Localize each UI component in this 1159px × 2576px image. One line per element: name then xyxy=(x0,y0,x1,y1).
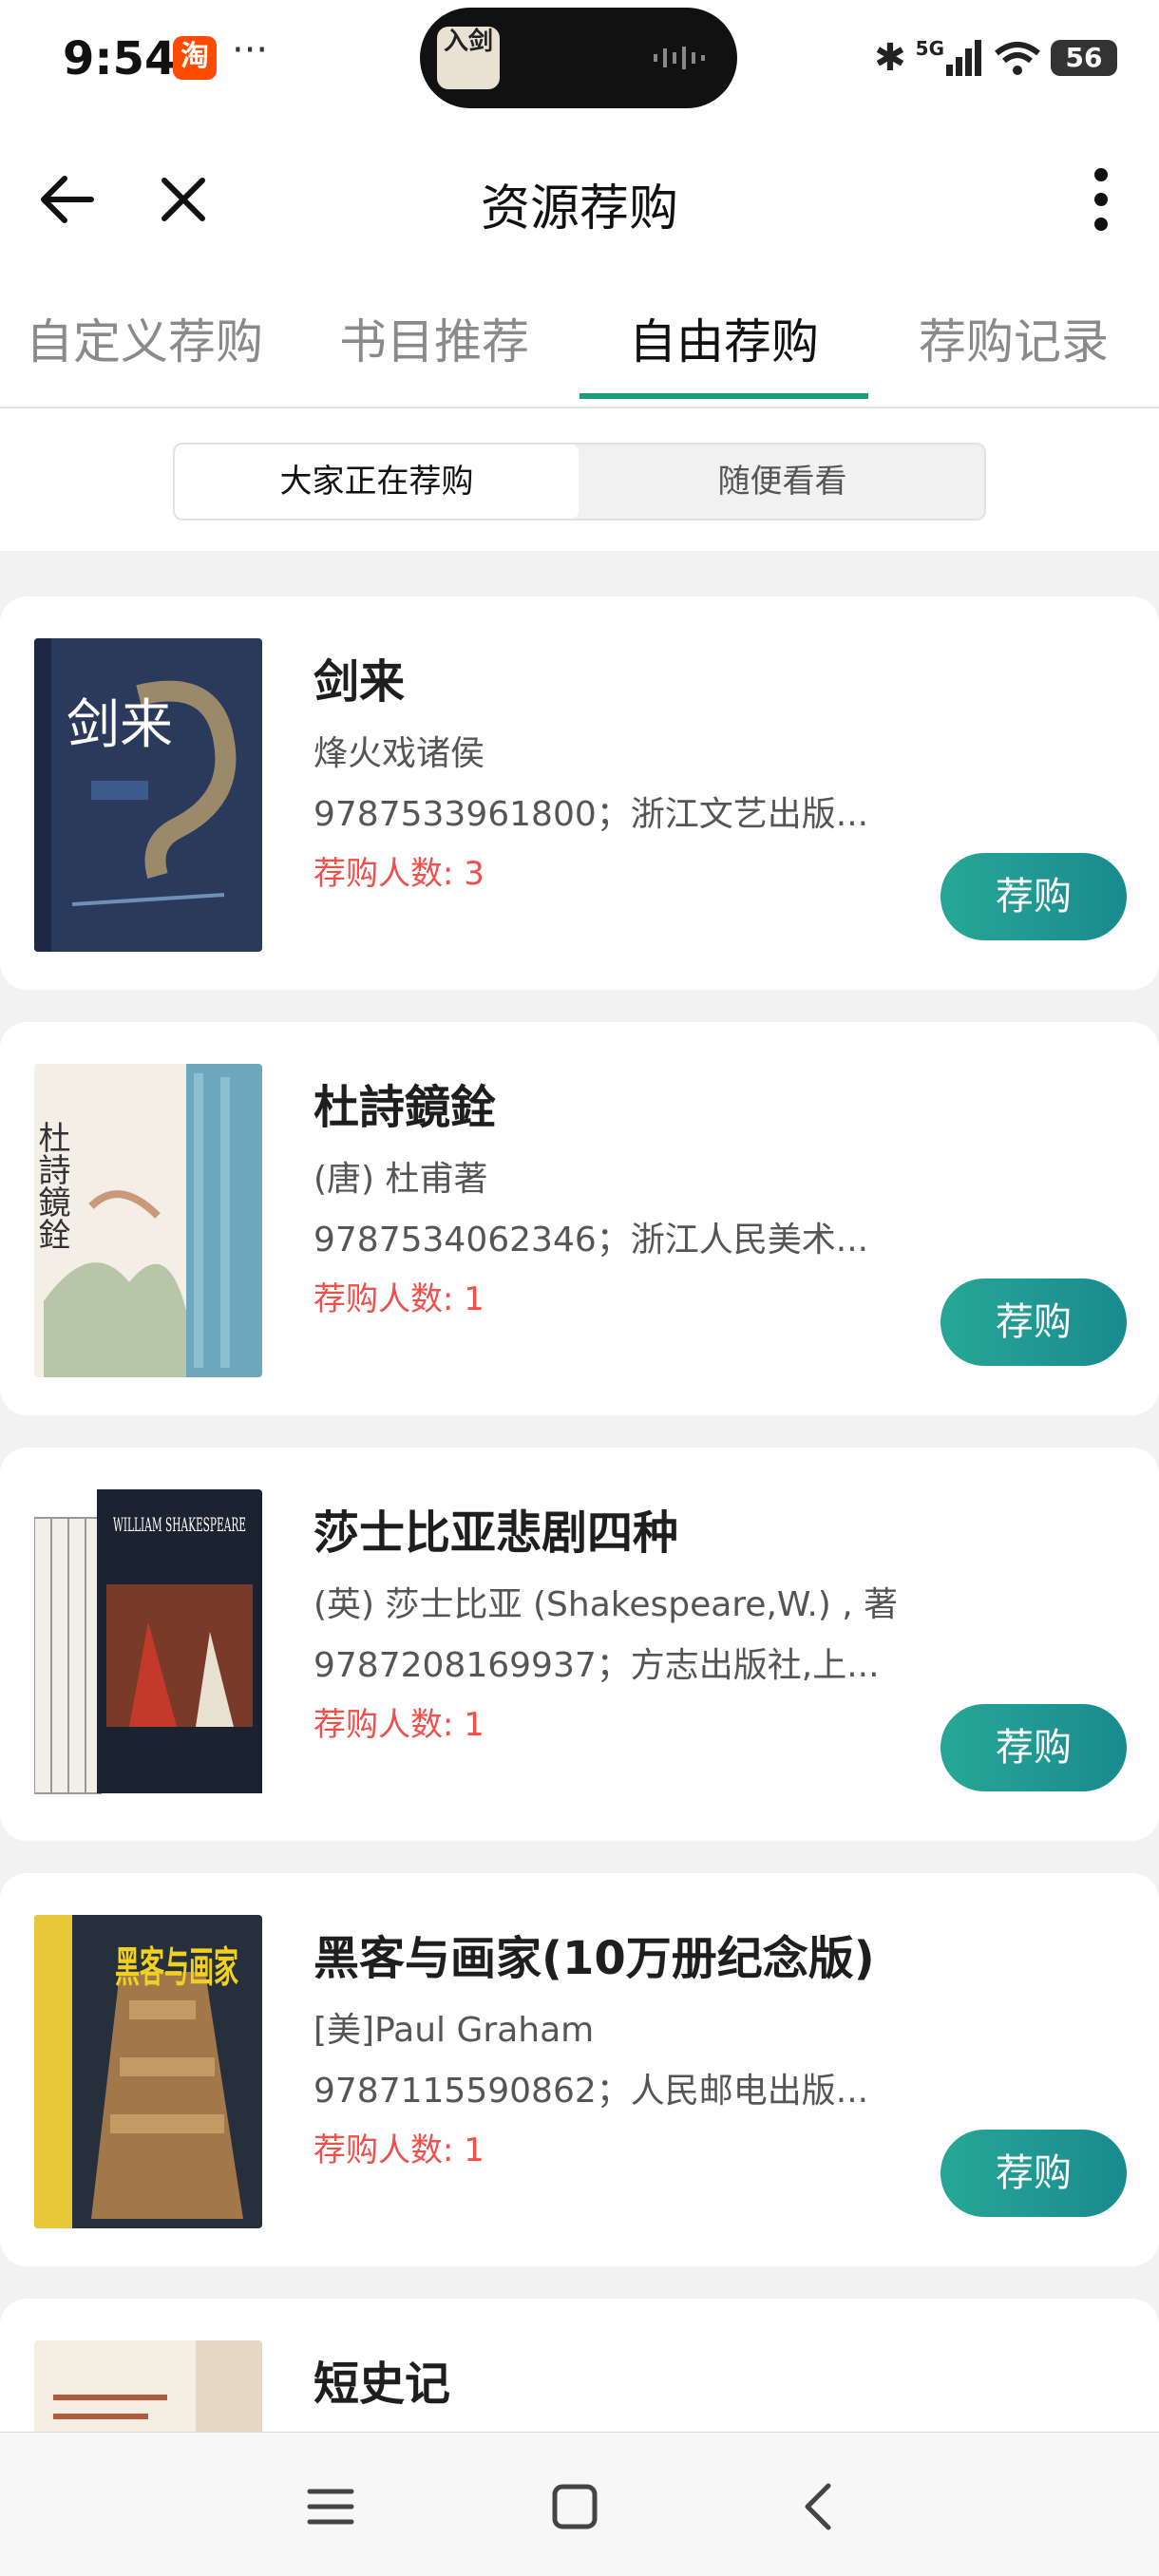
battery-icon: 56 xyxy=(1051,40,1117,76)
book-isbn-publisher: 9787533961800；浙江文艺出版... xyxy=(314,795,869,834)
dynamic-island[interactable]: 入剑 xyxy=(420,8,737,108)
status-icons: ✱ 5G 56 xyxy=(874,36,1117,80)
recommend-button[interactable]: 荐购 xyxy=(940,2130,1127,2217)
recommend-count: 荐购人数: 1 xyxy=(314,2131,484,2169)
segment-everyone-recommending[interactable]: 大家正在荐购 xyxy=(175,445,579,519)
more-vertical-icon[interactable] xyxy=(1077,161,1125,237)
svg-text:杜詩鏡銓: 杜詩鏡銓 xyxy=(34,1121,70,1250)
book-cover-image: 剑来 xyxy=(34,638,262,952)
status-time: 9:54 xyxy=(63,32,177,85)
notification-dots: ··· xyxy=(232,28,269,72)
book-author: [美]Paul Graham xyxy=(314,2011,595,2050)
recommend-count: 荐购人数: 1 xyxy=(314,1280,484,1318)
segment-bar: 大家正在荐购 随便看看 xyxy=(0,408,1159,551)
book-title: 莎士比亚悲剧四种 xyxy=(314,1506,679,1560)
svg-text:黑客与画家: 黑客与画家 xyxy=(115,1943,238,1992)
book-card[interactable]: 剑来 剑来 烽火戏诸侯 9787533961800；浙江文艺出版... 荐购人数… xyxy=(0,597,1159,990)
tab-custom-recommend[interactable]: 自定义荐购 xyxy=(0,304,289,372)
status-bar: 9:54 淘 ··· 入剑 ✱ 5G 56 xyxy=(0,0,1159,119)
book-isbn-publisher: 9787208169937；方志出版社,上... xyxy=(314,1646,880,1685)
svg-text:WILLIAM SHAKESPEARE: WILLIAM SHAKESPEARE xyxy=(113,1513,246,1536)
recommend-count: 荐购人数: 1 xyxy=(314,1706,484,1744)
book-cover-image: WILLIAM SHAKESPEARE xyxy=(34,1489,262,1794)
tab-free-recommend[interactable]: 自由荐购 xyxy=(580,304,868,372)
recommend-button[interactable]: 荐购 xyxy=(940,1704,1127,1791)
book-card[interactable]: 黑客与画家 黑客与画家(10万册纪念版) [美]Paul Graham 9787… xyxy=(0,1873,1159,2266)
signal-icon xyxy=(946,40,981,76)
now-playing-art: 入剑 xyxy=(437,27,500,89)
book-card[interactable]: 杜詩鏡銓 杜詩鏡銓 (唐) 杜甫著 9787534062346；浙江人民美术..… xyxy=(0,1022,1159,1415)
tab-book-recommend[interactable]: 书目推荐 xyxy=(290,304,579,372)
tab-bar: 自定义荐购 书目推荐 自由荐购 荐购记录 xyxy=(0,275,1159,408)
tab-recommend-history[interactable]: 荐购记录 xyxy=(869,304,1158,372)
book-author: (英) 莎士比亚 (Shakespeare,W.) , 著 xyxy=(314,1585,899,1624)
menu-icon[interactable] xyxy=(302,2478,359,2535)
recommend-button[interactable]: 荐购 xyxy=(940,853,1127,940)
back-chevron-icon[interactable] xyxy=(790,2478,847,2535)
system-nav-bar xyxy=(0,2432,1159,2576)
segmented-control: 大家正在荐购 随便看看 xyxy=(173,443,986,521)
svg-text:剑来: 剑来 xyxy=(66,694,173,756)
page-title: 资源荐购 xyxy=(480,180,678,237)
book-title: 剑来 xyxy=(314,655,406,709)
recommend-button[interactable]: 荐购 xyxy=(940,1279,1127,1366)
book-title: 杜詩鏡銓 xyxy=(314,1081,497,1134)
bluetooth-icon: ✱ xyxy=(874,36,906,80)
book-isbn-publisher: 9787534062346；浙江人民美术... xyxy=(314,1221,869,1260)
segment-browse[interactable]: 随便看看 xyxy=(580,445,984,519)
book-title: 黑客与画家(10万册纪念版) xyxy=(314,1932,875,1985)
network-type: 5G xyxy=(915,37,944,60)
book-isbn-publisher: 9787115590862；人民邮电出版... xyxy=(314,2072,869,2111)
book-cover-image: 杜詩鏡銓 xyxy=(34,1064,262,1377)
book-author: (唐) 杜甫著 xyxy=(314,1160,488,1199)
wifi-icon xyxy=(995,42,1040,75)
taobao-icon: 淘 xyxy=(173,36,217,80)
audio-wave-icon xyxy=(654,47,705,69)
home-square-icon[interactable] xyxy=(546,2478,603,2535)
book-card[interactable]: WILLIAM SHAKESPEARE 莎士比亚悲剧四种 (英) 莎士比亚 (S… xyxy=(0,1448,1159,1841)
active-tab-indicator xyxy=(580,393,868,399)
nav-bar: 资源荐购 xyxy=(0,119,1159,275)
book-title: 短史记 xyxy=(314,2358,451,2411)
book-author: 烽火戏诸侯 xyxy=(314,734,485,773)
recommend-count: 荐购人数: 3 xyxy=(314,855,484,893)
book-cover-image: 黑客与画家 xyxy=(34,1915,262,2228)
